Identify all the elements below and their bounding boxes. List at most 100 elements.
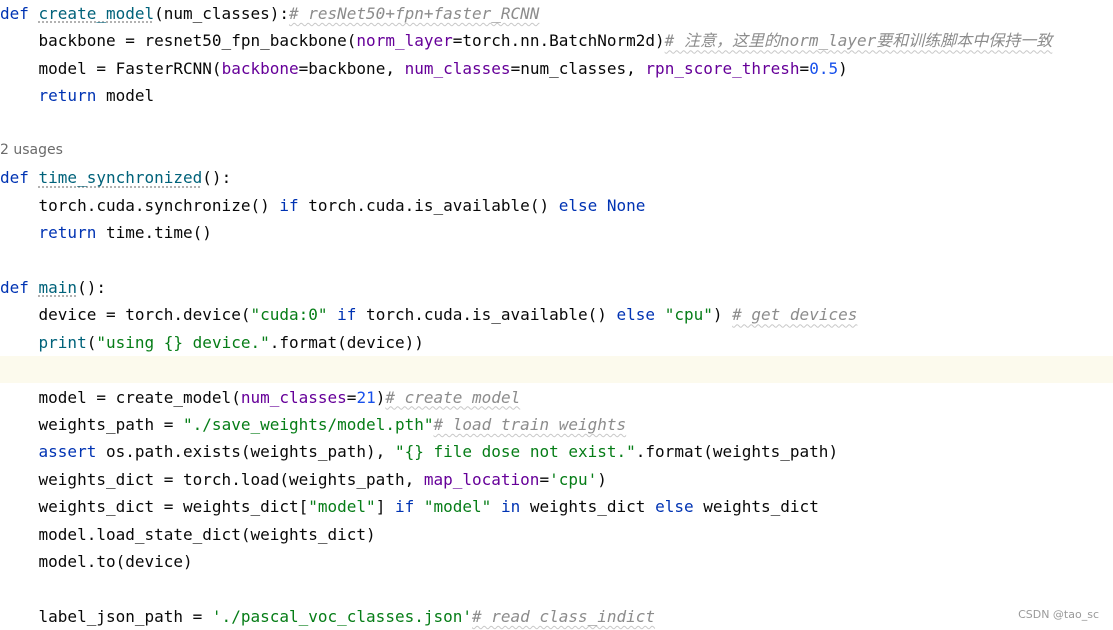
code-keyword: def <box>0 168 39 188</box>
code-function-name: main <box>38 278 78 297</box>
code-text: =torch.nn.BatchNorm2d) <box>452 31 665 51</box>
code-comment: # resNet50+fpn+faster_RCNN <box>288 4 540 23</box>
code-comment: # get devices <box>732 305 858 325</box>
watermark: CSDN @tao_sc <box>1018 608 1099 621</box>
code-comment: # read class_indict <box>472 606 656 626</box>
code-text: ) <box>375 387 386 407</box>
code-text: torch.cuda.is_available() <box>298 195 559 215</box>
code-string: "model" <box>308 497 376 517</box>
code-line: model.load_state_dict(weights_dict) <box>0 521 1113 548</box>
code-line: return time.time() <box>0 219 1113 246</box>
code-text: (): <box>77 278 106 297</box>
code-text: model = create_model( <box>0 387 241 407</box>
code-text: model.load_state_dict(weights_dict) <box>0 524 376 544</box>
code-text: (): <box>202 168 232 188</box>
code-keyword: assert <box>38 442 97 462</box>
code-text: =num_classes, <box>510 58 646 78</box>
code-keyword: def <box>0 278 39 297</box>
code-keyword: None <box>606 195 646 215</box>
code-number: 21 <box>356 387 376 407</box>
code-string: "{} file dose not exist." <box>394 442 636 462</box>
code-text: ) <box>838 58 848 78</box>
code-keyword: if <box>279 195 299 215</box>
code-line: def create_model(num_classes):# resNet50… <box>0 0 1113 27</box>
code-text: ) <box>597 469 607 489</box>
code-keyword: in <box>500 497 521 517</box>
code-keyword: else <box>616 305 656 325</box>
code-line: def time_synchronized(): <box>0 164 1113 191</box>
code-text: = <box>346 387 357 407</box>
code-text: =backbone, <box>298 58 405 78</box>
code-keyword: else <box>655 497 694 517</box>
code-text: weights_dict <box>693 497 819 517</box>
code-line: weights_dict = torch.load(weights_path, … <box>0 466 1113 493</box>
code-param: backbone <box>221 58 299 78</box>
code-text: label_json_path = <box>0 606 212 626</box>
code-text: torch.cuda.synchronize() <box>0 195 280 215</box>
code-param: rpn_score_thresh <box>645 58 800 78</box>
code-line: def main(): <box>0 274 1113 301</box>
code-comment: # 注意，这里的norm_layer要和训练脚本中保持一致 <box>664 31 1053 51</box>
code-comment: # load train weights <box>433 415 627 434</box>
code-function-name: time_synchronized <box>38 168 203 188</box>
code-number: 0.5 <box>809 58 839 78</box>
code-text: = <box>799 58 810 78</box>
code-text: ) <box>712 305 733 325</box>
code-param: map_location <box>423 469 540 489</box>
code-string: "./save_weights/model.pth" <box>183 415 434 434</box>
code-keyword: if <box>394 497 415 517</box>
code-text: model <box>96 86 155 106</box>
code-text: ] <box>375 497 395 517</box>
code-text: model = FasterRCNN( <box>0 58 222 78</box>
code-function-name: create_model <box>38 4 155 23</box>
code-keyword: else <box>558 195 598 215</box>
code-param: num_classes <box>404 58 511 78</box>
code-text: weights_dict = torch.load(weights_path, <box>0 469 424 489</box>
code-string: "cpu" <box>664 305 713 325</box>
code-editor[interactable]: def create_model(num_classes):# resNet50… <box>0 0 1113 629</box>
code-text: model.to(device) <box>0 552 193 571</box>
code-string: './pascal_voc_classes.json' <box>211 606 473 626</box>
code-string: "using {} device." <box>96 332 270 352</box>
code-line: model = FasterRCNN(backbone=backbone, nu… <box>0 55 1113 82</box>
code-text: .format(weights_path) <box>635 442 839 462</box>
code-string: "cuda:0" <box>250 305 328 325</box>
current-line <box>0 356 1113 384</box>
code-line: torch.cuda.synchronize() if torch.cuda.i… <box>0 192 1113 219</box>
code-builtin: print <box>38 332 87 352</box>
code-string: 'cpu' <box>549 469 598 489</box>
code-line: weights_dict = weights_dict["model"] if … <box>0 493 1113 520</box>
code-text: 2 usages <box>0 142 63 158</box>
code-param: norm_layer <box>356 31 453 51</box>
code-text: .format(device)) <box>269 332 424 352</box>
code-text: time.time() <box>96 223 212 243</box>
code-line: device = torch.device("cuda:0" if torch.… <box>0 301 1113 328</box>
code-line: label_json_path = './pascal_voc_classes.… <box>0 603 1113 630</box>
code-line: model.to(device) <box>0 548 1113 575</box>
usages-hint[interactable]: 2 usages <box>0 137 1113 164</box>
code-text: = <box>539 469 550 489</box>
code-keyword: return <box>38 86 97 106</box>
code-keyword: def <box>0 4 39 23</box>
code-text: device = torch.device( <box>0 305 251 325</box>
code-comment: # create model <box>385 387 521 407</box>
code-line: model = create_model(num_classes=21)# cr… <box>0 384 1113 411</box>
code-line: backbone = resnet50_fpn_backbone(norm_la… <box>0 27 1113 54</box>
code-line: return model <box>0 82 1113 109</box>
code-param: num_classes <box>240 387 347 407</box>
code-line: print("using {} device.".format(device)) <box>0 329 1113 356</box>
code-keyword: if <box>337 305 357 325</box>
code-text: (num_classes): <box>154 4 289 23</box>
code-string: "model" <box>423 497 492 517</box>
code-line: weights_path = "./save_weights/model.pth… <box>0 411 1113 438</box>
code-text: ( <box>86 332 97 352</box>
